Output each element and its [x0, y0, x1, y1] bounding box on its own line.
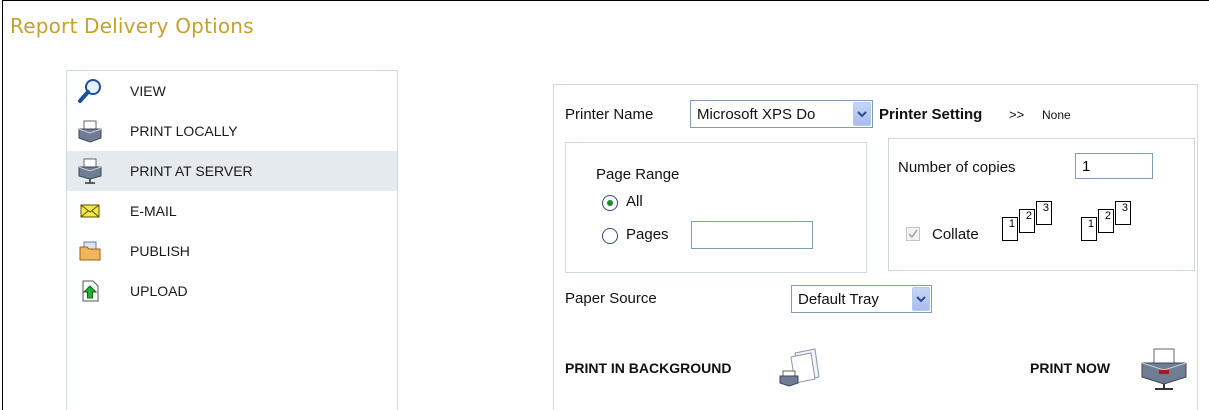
paper-source-value: Default Tray	[798, 290, 879, 308]
collate-checkbox[interactable]	[906, 227, 920, 241]
print-now-button[interactable]: PRINT NOW	[1030, 360, 1110, 376]
folder-icon	[77, 238, 103, 264]
range-all-label: All	[626, 193, 643, 210]
print-background-button[interactable]: PRINT IN BACKGROUND	[565, 360, 731, 376]
collated-pages-icon: 3 2 1	[1081, 201, 1141, 251]
delivery-menu: VIEW PRINT LOCALLY PRINT AT SERVER E-MAI…	[66, 70, 398, 410]
collate-label: Collate	[932, 226, 979, 243]
printer-name-select[interactable]: Microsoft XPS Do	[690, 100, 873, 128]
menu-item-publish[interactable]: PUBLISH	[67, 231, 397, 271]
printer-icon	[77, 118, 103, 144]
menu-item-print-at-server[interactable]: PRINT AT SERVER	[67, 151, 397, 191]
menu-item-label: PRINT AT SERVER	[130, 163, 253, 179]
page-1: 1	[1002, 217, 1018, 241]
envelope-icon	[77, 198, 103, 224]
print-now-printer-icon[interactable]	[1139, 347, 1189, 396]
page-range-label: Page Range	[596, 166, 680, 183]
page-3: 3	[1036, 201, 1052, 225]
printer-setting-value: None	[1042, 108, 1071, 122]
page-3: 3	[1115, 201, 1131, 225]
upload-icon	[77, 278, 103, 304]
copies-input[interactable]: 1	[1075, 153, 1153, 179]
menu-item-view[interactable]: VIEW	[67, 71, 397, 111]
menu-item-label: PRINT LOCALLY	[130, 123, 238, 139]
printer-setting-arrow: >>	[1009, 107, 1025, 122]
range-pages-radio[interactable]	[602, 228, 618, 244]
chevron-down-icon	[912, 287, 930, 311]
copies-label: Number of copies	[898, 159, 1016, 176]
menu-item-label: VIEW	[130, 83, 166, 99]
range-pages-input[interactable]	[691, 221, 813, 249]
paper-source-select[interactable]: Default Tray	[791, 285, 932, 313]
chevron-down-icon	[853, 102, 871, 126]
menu-item-label: E-MAIL	[130, 203, 177, 219]
printer-name-label: Printer Name	[565, 106, 654, 123]
copies-group: Number of copies 1 Collate 3 2 1 3 2 1	[888, 138, 1195, 271]
printer-name-value: Microsoft XPS Do	[697, 105, 816, 123]
page-1: 1	[1081, 217, 1097, 241]
menu-item-label: UPLOAD	[130, 283, 188, 299]
page-2: 2	[1098, 209, 1114, 233]
print-options-panel: Printer Name Microsoft XPS Do Printer Se…	[553, 84, 1198, 410]
network-printer-icon	[77, 158, 103, 184]
range-all-radio[interactable]	[602, 195, 618, 211]
page-range-group: Page Range All Pages	[565, 142, 867, 273]
magnifier-icon	[77, 78, 103, 104]
menu-item-email[interactable]: E-MAIL	[67, 191, 397, 231]
background-print-icon[interactable]	[779, 347, 823, 392]
page-2: 2	[1019, 209, 1035, 233]
menu-item-upload[interactable]: UPLOAD	[67, 271, 397, 311]
page-title: Report Delivery Options	[10, 14, 254, 38]
menu-item-label: PUBLISH	[130, 243, 190, 259]
printer-setting-link[interactable]: Printer Setting	[879, 106, 982, 123]
paper-source-label: Paper Source	[565, 290, 657, 307]
menu-item-print-locally[interactable]: PRINT LOCALLY	[67, 111, 397, 151]
collated-pages-icon: 3 2 1	[1002, 201, 1062, 251]
range-pages-label: Pages	[626, 226, 669, 243]
check-icon	[908, 229, 918, 239]
